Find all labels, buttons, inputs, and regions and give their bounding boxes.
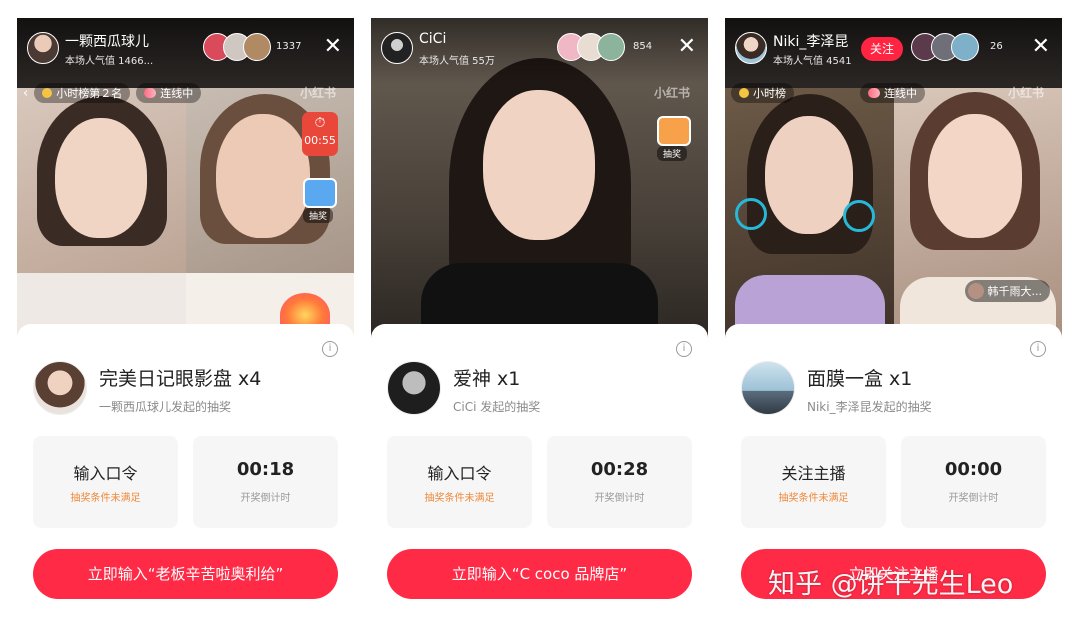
- top-bar: [17, 18, 354, 84]
- countdown-label: 开奖倒计时: [240, 493, 291, 504]
- live-video: Niki_李泽昆 本场人气值 4541 关注 26 ✕ 小时榜 连线中 小红书 …: [725, 18, 1062, 343]
- host-name[interactable]: Niki_李泽昆: [773, 31, 848, 51]
- info-icon[interactable]: i: [322, 341, 338, 357]
- condition-status: 抽奖条件未满足: [70, 493, 141, 504]
- condition-label: 输入口令: [73, 464, 138, 483]
- host-avatar: [387, 361, 441, 415]
- condition-status: 抽奖条件未满足: [778, 493, 849, 504]
- live-video: CiCi 本场人气值 55万 854 ✕ 小红书 抽奖: [371, 18, 708, 343]
- live-tags: 小时榜 连线中: [731, 82, 925, 104]
- viewer-avatar[interactable]: [597, 33, 625, 61]
- live-panel-3: Niki_李泽昆 本场人气值 4541 关注 26 ✕ 小时榜 连线中 小红书 …: [725, 18, 1062, 615]
- lottery-timer-badge[interactable]: ⏱ 00:55: [302, 112, 338, 156]
- host-camera: [17, 88, 187, 343]
- viewer-avatar[interactable]: [243, 33, 271, 61]
- link-status-label: 连线中: [160, 87, 194, 100]
- popularity-text: 本场人气值 55万: [419, 56, 495, 67]
- hourly-rank-label: 小时榜第２名: [56, 87, 123, 100]
- countdown-value: 00:00: [944, 459, 1003, 480]
- prize-title: 爱神 x1: [453, 368, 521, 390]
- host-avatar[interactable]: [735, 32, 767, 64]
- condition-status: 抽奖条件未满足: [424, 493, 495, 504]
- live-tags: ‹ 小时榜第２名 连线中: [23, 82, 202, 104]
- countdown-value: 00:28: [590, 459, 649, 480]
- guest-chip[interactable]: 韩千雨大...: [964, 280, 1050, 302]
- close-icon[interactable]: ✕: [678, 33, 696, 61]
- lottery-label: 抽奖: [303, 208, 334, 223]
- brand-watermark: 小红书: [1007, 86, 1044, 100]
- viewer-count: 26: [990, 41, 1003, 52]
- close-icon[interactable]: ✕: [1032, 33, 1050, 61]
- prize-title: 面膜一盒 x1: [807, 368, 913, 390]
- clock-icon: ⏱: [314, 115, 326, 131]
- gift-icon[interactable]: [303, 178, 337, 208]
- popularity-text: 本场人气值 1466...: [65, 56, 154, 67]
- link-status-label: 连线中: [884, 87, 917, 100]
- host-avatar: [33, 361, 87, 415]
- countdown-card: 00:00 开奖倒计时: [901, 436, 1046, 528]
- host-avatar[interactable]: [27, 32, 59, 64]
- lottery-sheet: i 完美日记眼影盘 x4 一颗西瓜球儿发起的抽奖 输入口令 抽奖条件未满足 00…: [17, 324, 354, 615]
- condition-label: 输入口令: [427, 464, 492, 483]
- popularity-text: 本场人气值 4541: [773, 56, 852, 67]
- prize-title: 完美日记眼影盘 x4: [99, 368, 262, 390]
- link-icon: [868, 88, 880, 98]
- viewer-count: 1337: [276, 41, 302, 52]
- countdown-label: 开奖倒计时: [948, 493, 999, 504]
- brand-watermark: 小红书: [299, 86, 336, 100]
- top-bar: [371, 18, 708, 84]
- countdown-card: 00:18 开奖倒计时: [193, 436, 338, 528]
- submit-code-button[interactable]: 立即输入“老板辛苦啦奥利给”: [33, 549, 338, 599]
- hourly-rank-chip[interactable]: 小时榜第２名: [34, 83, 131, 103]
- condition-card[interactable]: 输入口令 抽奖条件未满足: [387, 436, 532, 528]
- close-icon[interactable]: ✕: [324, 33, 342, 61]
- viewer-avatar[interactable]: [951, 33, 979, 61]
- host-avatar: [741, 361, 795, 415]
- trophy-icon: [739, 88, 749, 98]
- prize-subtitle: Niki_李泽昆发起的抽奖: [807, 400, 932, 414]
- submit-code-button[interactable]: 立即输入“C coco 品牌店”: [387, 549, 692, 599]
- condition-card[interactable]: 输入口令 抽奖条件未满足: [33, 436, 178, 528]
- link-status-chip[interactable]: 连线中: [136, 83, 202, 103]
- live-video: 一颗西瓜球儿 本场人气值 1466... 1337 ✕ ‹ 小时榜第２名 连线中…: [17, 18, 354, 343]
- link-icon: [144, 88, 157, 98]
- lottery-label: 抽奖: [657, 146, 688, 161]
- link-status-chip[interactable]: 连线中: [860, 83, 925, 103]
- guest-camera: [894, 88, 1062, 343]
- host-name[interactable]: CiCi: [419, 31, 446, 47]
- zhihu-watermark: 知乎 @饼干先生Leo: [768, 569, 1014, 600]
- hourly-rank-chip[interactable]: 小时榜: [731, 83, 794, 103]
- info-icon[interactable]: i: [1030, 341, 1046, 357]
- gift-icon[interactable]: [657, 116, 691, 146]
- live-panel-1: 一颗西瓜球儿 本场人气值 1466... 1337 ✕ ‹ 小时榜第２名 连线中…: [17, 18, 354, 615]
- back-chevron-icon[interactable]: ‹: [23, 86, 28, 101]
- host-camera: [725, 88, 895, 343]
- countdown-card: 00:28 开奖倒计时: [547, 436, 692, 528]
- guest-avatar: [967, 283, 984, 299]
- countdown-value: 00:18: [236, 459, 295, 480]
- follow-button[interactable]: 关注: [861, 37, 903, 61]
- trophy-icon: [42, 88, 53, 98]
- host-name[interactable]: 一颗西瓜球儿: [65, 31, 149, 51]
- timer-badge-text: 00:55: [304, 134, 336, 147]
- hourly-rank-label: 小时榜: [753, 87, 786, 100]
- prize-subtitle: 一颗西瓜球儿发起的抽奖: [99, 400, 232, 414]
- guest-name: 韩千雨大...: [987, 285, 1043, 298]
- prize-subtitle: CiCi 发起的抽奖: [453, 400, 541, 414]
- condition-card[interactable]: 关注主播 抽奖条件未满足: [741, 436, 886, 528]
- countdown-label: 开奖倒计时: [594, 493, 645, 504]
- lottery-sheet: i 爱神 x1 CiCi 发起的抽奖 输入口令 抽奖条件未满足 00:28 开奖…: [371, 324, 708, 615]
- viewer-count: 854: [633, 41, 653, 52]
- condition-label: 关注主播: [781, 464, 846, 483]
- live-panel-2: CiCi 本场人气值 55万 854 ✕ 小红书 抽奖 i 爱神 x1 CiCi…: [371, 18, 708, 615]
- info-icon[interactable]: i: [676, 341, 692, 357]
- host-avatar[interactable]: [381, 32, 413, 64]
- brand-watermark: 小红书: [653, 86, 690, 100]
